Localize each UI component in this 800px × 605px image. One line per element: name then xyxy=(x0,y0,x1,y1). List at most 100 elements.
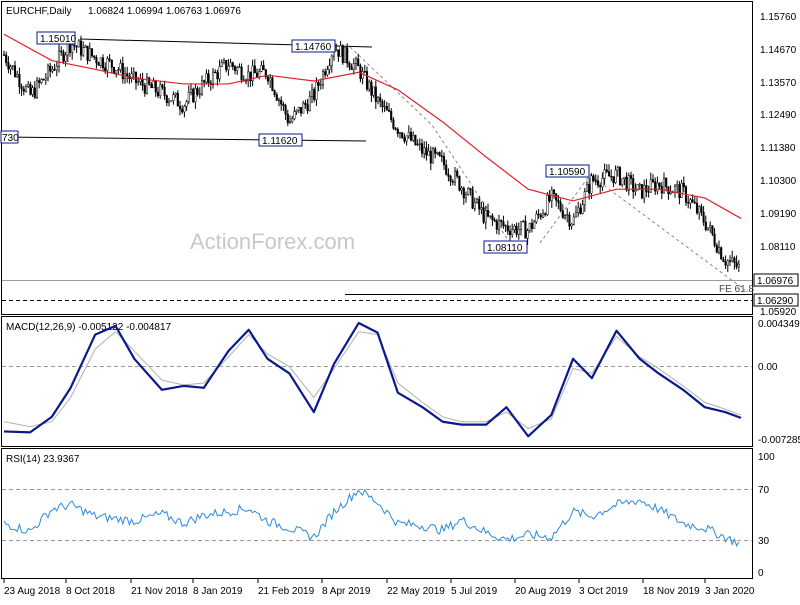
annotation-text: 1.11620 xyxy=(262,136,298,147)
candle-body xyxy=(222,60,226,63)
candle-body xyxy=(544,213,547,216)
price-tick: 1.08110 xyxy=(760,242,796,253)
candle-body xyxy=(189,88,193,93)
candle-body xyxy=(57,50,61,67)
candle-body xyxy=(717,247,721,253)
candle-body xyxy=(702,211,705,223)
chart-window: ActionForex.com EURCHF,Daily 1.06824 1.0… xyxy=(0,0,800,600)
candle-body xyxy=(561,210,564,218)
candle-body xyxy=(176,92,179,107)
candle-body xyxy=(297,106,300,111)
candle-body xyxy=(194,88,197,103)
candle-body xyxy=(308,96,311,112)
candle-body xyxy=(497,220,501,230)
candle-body xyxy=(231,62,234,67)
candle-body xyxy=(376,97,380,102)
candle-body xyxy=(698,206,701,214)
candle-body xyxy=(77,40,80,48)
candle-body xyxy=(363,71,366,73)
candle-body xyxy=(462,187,465,199)
candle-body xyxy=(233,66,237,71)
annotation-730: 730 xyxy=(0,130,19,144)
candle-body xyxy=(253,65,256,74)
candle-body xyxy=(269,77,272,82)
candle-body xyxy=(84,45,87,48)
candle-body xyxy=(618,167,622,186)
candle-body xyxy=(88,48,91,61)
candle-body xyxy=(508,230,512,235)
candle-body xyxy=(728,260,732,262)
annotation-text: 1.08110 xyxy=(487,243,523,254)
candle-body xyxy=(51,69,54,72)
candle-body xyxy=(711,225,714,235)
candle-body xyxy=(491,215,494,220)
candle-body xyxy=(227,65,230,71)
rsi-line xyxy=(3,488,740,547)
candle-body xyxy=(150,83,153,89)
candle-body xyxy=(354,58,358,64)
candle-body xyxy=(486,210,490,217)
candle-body xyxy=(570,223,573,227)
candle-body xyxy=(460,187,463,191)
candle-body xyxy=(594,180,597,182)
annotation-1-14760: 1.14760 xyxy=(291,39,336,53)
price-tick: 1.15760 xyxy=(760,12,797,23)
candle-body xyxy=(165,95,168,103)
candle-body xyxy=(434,148,437,154)
candle-body xyxy=(119,62,122,70)
candle-body xyxy=(330,55,333,66)
candle-body xyxy=(238,66,241,69)
candle-body xyxy=(346,47,349,64)
candle-body xyxy=(440,155,443,157)
rsi-label: RSI(14) 23.9367 xyxy=(6,454,80,465)
candle-body xyxy=(647,191,650,193)
candle-body xyxy=(341,45,344,63)
candle-body xyxy=(500,220,503,222)
candle-body xyxy=(361,71,364,79)
candle-body xyxy=(240,66,243,81)
candle-body xyxy=(478,198,481,210)
candle-body xyxy=(62,51,65,62)
candle-body xyxy=(605,169,608,172)
candle-body xyxy=(112,67,116,74)
candle-body xyxy=(722,258,725,262)
ohlc-readout: 1.06824 1.06994 1.06763 1.06976 xyxy=(88,6,241,17)
candle-body xyxy=(700,206,703,213)
candle-body xyxy=(154,80,157,93)
candle-body xyxy=(79,40,83,56)
candle-body xyxy=(203,80,206,83)
macd-tick: 0.004349 xyxy=(758,319,800,330)
candle-body xyxy=(656,182,659,192)
candle-body xyxy=(282,103,285,106)
date-tick: 22 May 2019 xyxy=(387,586,445,597)
candle-body xyxy=(480,207,483,210)
candle-body xyxy=(385,105,388,111)
candle-body xyxy=(634,189,637,192)
candle-body xyxy=(482,207,485,223)
candle-body xyxy=(420,143,424,154)
candle-body xyxy=(152,80,155,89)
annotation-1-11620: 1.11620 xyxy=(258,133,303,147)
candle-body xyxy=(458,175,461,191)
candle-body xyxy=(568,214,571,227)
candle-body xyxy=(601,178,604,188)
candle-body xyxy=(93,55,96,58)
candle-body xyxy=(665,177,668,187)
symbol-label: EURCHF,Daily xyxy=(6,6,72,17)
candle-body xyxy=(621,178,624,186)
candle-body xyxy=(513,225,516,230)
candle-body xyxy=(689,199,692,204)
candle-body xyxy=(467,188,470,195)
candle-body xyxy=(693,201,696,204)
fe-618-label: FE 61.8 xyxy=(719,284,754,295)
candle-body xyxy=(137,81,140,84)
macd-line xyxy=(3,321,742,438)
candle-body xyxy=(319,84,322,86)
candle-body xyxy=(438,152,441,157)
candle-body xyxy=(174,92,177,95)
candle-body xyxy=(390,111,393,120)
candle-body xyxy=(533,221,536,229)
price-tick: 1.13570 xyxy=(760,78,797,89)
candle-body xyxy=(139,78,142,82)
annotation-1-15010: 1.15010 xyxy=(36,31,77,45)
